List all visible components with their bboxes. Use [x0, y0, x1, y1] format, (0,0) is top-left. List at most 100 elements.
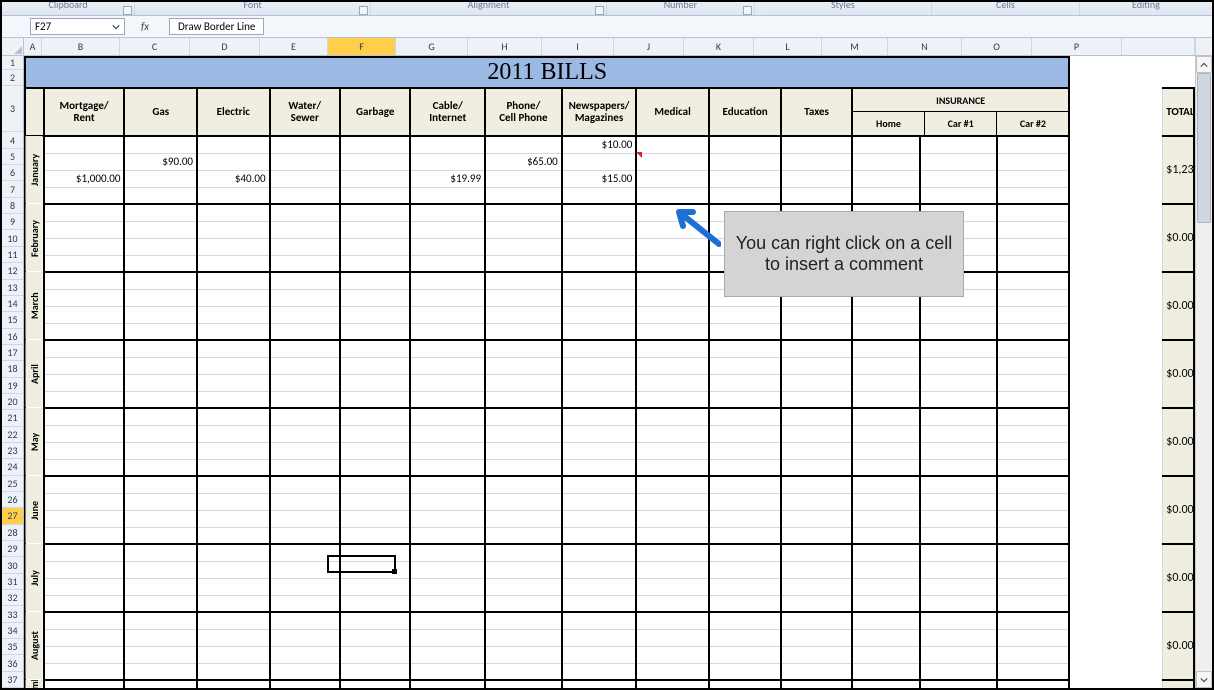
cell[interactable]: [124, 306, 197, 323]
cell[interactable]: [340, 357, 410, 374]
cell[interactable]: [485, 476, 562, 493]
cell[interactable]: [781, 306, 851, 323]
row-header[interactable]: 13: [2, 280, 23, 296]
cell[interactable]: [340, 510, 410, 527]
cell[interactable]: [410, 255, 485, 272]
cell[interactable]: [920, 493, 997, 510]
cell[interactable]: [997, 136, 1070, 153]
cell[interactable]: [709, 170, 782, 187]
cell[interactable]: [636, 153, 709, 170]
cell[interactable]: [997, 561, 1070, 578]
cell[interactable]: [44, 391, 125, 408]
cell[interactable]: [852, 357, 920, 374]
cell[interactable]: [997, 425, 1070, 442]
cell[interactable]: [997, 476, 1070, 493]
cell[interactable]: [562, 510, 637, 527]
cell[interactable]: [562, 357, 637, 374]
cell[interactable]: [920, 595, 997, 612]
cell[interactable]: [852, 442, 920, 459]
cell[interactable]: [124, 510, 197, 527]
cell[interactable]: [997, 374, 1070, 391]
cell[interactable]: [340, 391, 410, 408]
cell[interactable]: [781, 374, 851, 391]
row-header[interactable]: 1: [2, 56, 23, 70]
cell[interactable]: [270, 221, 340, 238]
cell[interactable]: [340, 289, 410, 306]
cell[interactable]: [562, 374, 637, 391]
cell[interactable]: [44, 238, 125, 255]
cell[interactable]: [410, 544, 485, 561]
cell[interactable]: [709, 323, 782, 340]
cell[interactable]: [636, 425, 709, 442]
cell[interactable]: [197, 391, 270, 408]
row-header[interactable]: 18: [2, 361, 23, 377]
cell[interactable]: [709, 629, 782, 646]
cell[interactable]: [124, 442, 197, 459]
cell[interactable]: [562, 153, 637, 170]
cell[interactable]: [485, 425, 562, 442]
cell[interactable]: [270, 476, 340, 493]
cell[interactable]: [124, 425, 197, 442]
cell[interactable]: [997, 544, 1070, 561]
cell[interactable]: [197, 578, 270, 595]
row-header[interactable]: 33: [2, 606, 23, 622]
cell[interactable]: [852, 561, 920, 578]
cell[interactable]: [781, 663, 851, 680]
col-header[interactable]: K: [684, 38, 754, 55]
cell[interactable]: [44, 510, 125, 527]
cell[interactable]: [485, 561, 562, 578]
cell[interactable]: [485, 595, 562, 612]
cell[interactable]: [44, 204, 125, 221]
name-box[interactable]: F27: [30, 18, 125, 35]
cell[interactable]: [124, 459, 197, 476]
cell[interactable]: [270, 459, 340, 476]
col-header-selected[interactable]: F: [328, 38, 396, 55]
cell[interactable]: [44, 136, 125, 153]
cell[interactable]: [124, 255, 197, 272]
cell[interactable]: [44, 272, 125, 289]
cell[interactable]: [920, 425, 997, 442]
cell[interactable]: [997, 340, 1070, 357]
cell[interactable]: [852, 408, 920, 425]
cell[interactable]: [781, 340, 851, 357]
cell[interactable]: [920, 306, 997, 323]
cell[interactable]: [636, 272, 709, 289]
row-header[interactable]: 34: [2, 623, 23, 639]
cell[interactable]: [485, 442, 562, 459]
cell[interactable]: [920, 663, 997, 680]
cell[interactable]: [920, 391, 997, 408]
cell[interactable]: [852, 306, 920, 323]
cell[interactable]: [485, 578, 562, 595]
row-header[interactable]: 20: [2, 394, 23, 410]
cell[interactable]: [562, 544, 637, 561]
cell[interactable]: [410, 578, 485, 595]
cell[interactable]: [485, 340, 562, 357]
cell[interactable]: [340, 578, 410, 595]
col-header[interactable]: I: [542, 38, 614, 55]
cell[interactable]: [636, 578, 709, 595]
cell[interactable]: [636, 544, 709, 561]
cell[interactable]: [920, 323, 997, 340]
total-cell[interactable]: $0.00: [1163, 680, 1194, 688]
cell[interactable]: [410, 629, 485, 646]
cell[interactable]: [709, 408, 782, 425]
row-header[interactable]: 35: [2, 639, 23, 655]
cell[interactable]: [562, 238, 637, 255]
cell[interactable]: [410, 187, 485, 204]
row-header[interactable]: 23: [2, 443, 23, 459]
cell[interactable]: [410, 646, 485, 663]
cell[interactable]: [197, 374, 270, 391]
cell[interactable]: [920, 561, 997, 578]
col-header-blank[interactable]: [1122, 38, 1195, 55]
row-header[interactable]: 28: [2, 525, 23, 541]
cell[interactable]: [44, 476, 125, 493]
cell[interactable]: [852, 323, 920, 340]
cell[interactable]: [44, 425, 125, 442]
cell[interactable]: [997, 680, 1070, 688]
cell[interactable]: [197, 153, 270, 170]
cell[interactable]: [997, 289, 1070, 306]
cell[interactable]: [636, 612, 709, 629]
cell[interactable]: [562, 663, 637, 680]
cell[interactable]: [997, 187, 1070, 204]
cell[interactable]: [997, 221, 1070, 238]
